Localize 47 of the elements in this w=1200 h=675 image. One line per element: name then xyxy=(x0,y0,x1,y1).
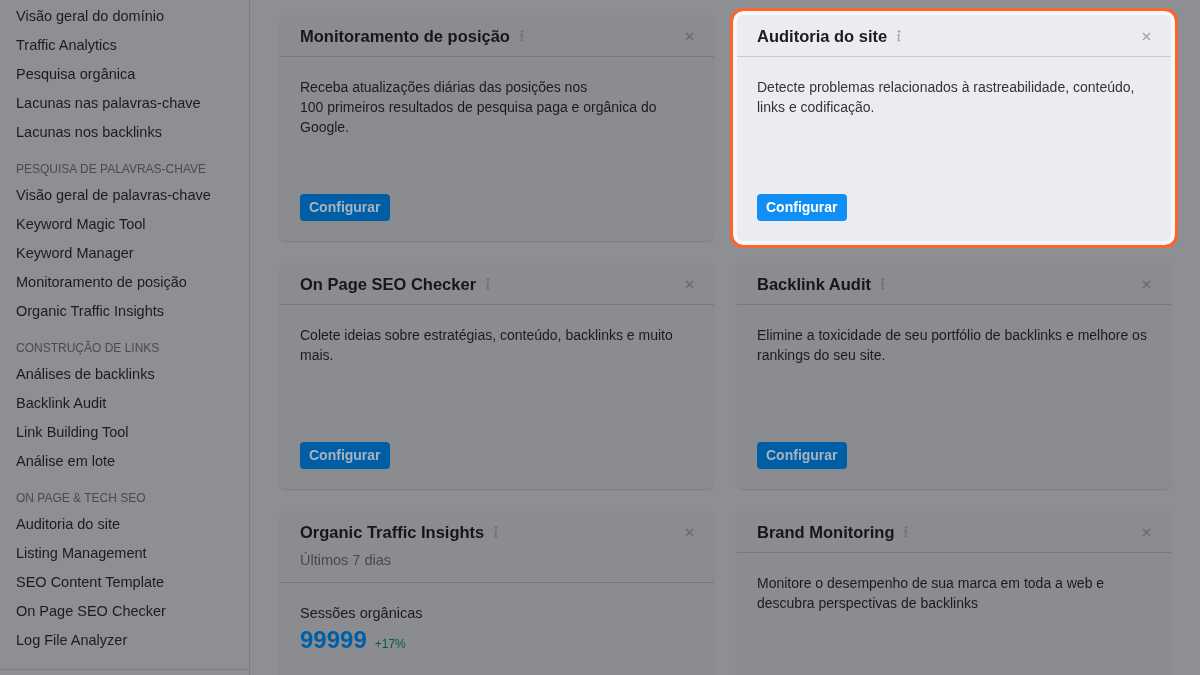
widget-title: Monitoramento de posição xyxy=(300,26,510,46)
sidebar-item[interactable]: Lacunas nas palavras-chave xyxy=(0,89,249,118)
sidebar-item[interactable]: Keyword Manager xyxy=(0,239,249,268)
info-icon[interactable] xyxy=(493,526,499,538)
sidebar-item[interactable]: Visão geral de palavras-chave xyxy=(0,181,249,210)
configure-button[interactable]: Configurar xyxy=(757,442,847,469)
info-icon[interactable] xyxy=(896,30,902,42)
sidebar-item[interactable]: On Page SEO Checker xyxy=(0,597,249,626)
section-header: PESQUISA DE PALAVRAS-CHAVE xyxy=(15,161,208,178)
widget-description: Detecte problemas relacionados à rastreabilidade, conteúdo, links e codificação. xyxy=(757,78,1136,117)
sidebar-item[interactable]: Monitoramento de posição xyxy=(0,268,249,297)
sidebar-item[interactable]: Visão geral do domínio xyxy=(0,2,249,31)
sidebar-item[interactable]: Log File Analyzer xyxy=(0,626,249,655)
widget-title: Organic Traffic Insights xyxy=(300,522,485,542)
widget-description: Receba atualizações diárias das posições nos 100 primeiros resultados de pesquisa paga e orgânica do Google. xyxy=(300,78,658,137)
widget-title: Brand Monitoring xyxy=(757,522,895,542)
widget-title: Auditoria do site xyxy=(757,26,888,46)
widget-description: Colete ideias sobre estratégias, conteúdo, backlinks e muito mais. xyxy=(300,326,674,365)
sidebar-item[interactable]: Backlink Audit xyxy=(0,389,249,418)
period-label: Últimos 7 dias xyxy=(300,551,393,570)
info-icon[interactable] xyxy=(485,278,491,290)
info-icon[interactable] xyxy=(903,526,909,538)
section-header: ON PAGE & TECH SEO xyxy=(15,490,147,507)
sidebar-item[interactable]: Listing Management xyxy=(0,539,249,568)
configure-button[interactable]: Configurar xyxy=(757,194,847,221)
widget-description: Monitore o desempenho de sua marca em toda a web e descubra perspectivas de backlinks xyxy=(757,574,1106,613)
sidebar-item[interactable]: Traffic Analytics xyxy=(0,31,249,60)
sidebar-item[interactable]: Auditoria do site xyxy=(0,510,249,539)
section-header: CONSTRUÇÃO DE LINKS xyxy=(15,340,161,357)
metric-label: Sessões orgânicas xyxy=(300,603,424,623)
metric-value: 99999 xyxy=(300,624,367,655)
sidebar-item[interactable]: SEO Content Template xyxy=(0,568,249,597)
info-icon[interactable] xyxy=(518,30,524,42)
info-icon[interactable] xyxy=(880,278,885,290)
sidebar-item[interactable]: Organic Traffic Insights xyxy=(0,297,249,326)
sidebar-item[interactable]: Link Building Tool xyxy=(0,418,249,447)
configure-button[interactable]: Configurar xyxy=(300,194,390,221)
sidebar-item[interactable]: Pesquisa orgânica xyxy=(0,60,249,89)
metric-change: +17% xyxy=(374,635,406,653)
widget-title: Backlink Audit xyxy=(757,274,871,294)
widget-description: Elimine a toxicidade de seu portfólio de backlinks e melhore os rankings do seu site. xyxy=(757,326,1148,365)
sidebar-item[interactable]: Análises de backlinks xyxy=(0,360,249,389)
sidebar-item[interactable]: Análise em lote xyxy=(0,447,249,476)
sidebar-item[interactable]: Lacunas nos backlinks xyxy=(0,118,249,147)
sidebar-item[interactable]: Keyword Magic Tool xyxy=(0,210,249,239)
widget-title: On Page SEO Checker xyxy=(300,274,477,294)
configure-button[interactable]: Configurar xyxy=(300,442,390,469)
